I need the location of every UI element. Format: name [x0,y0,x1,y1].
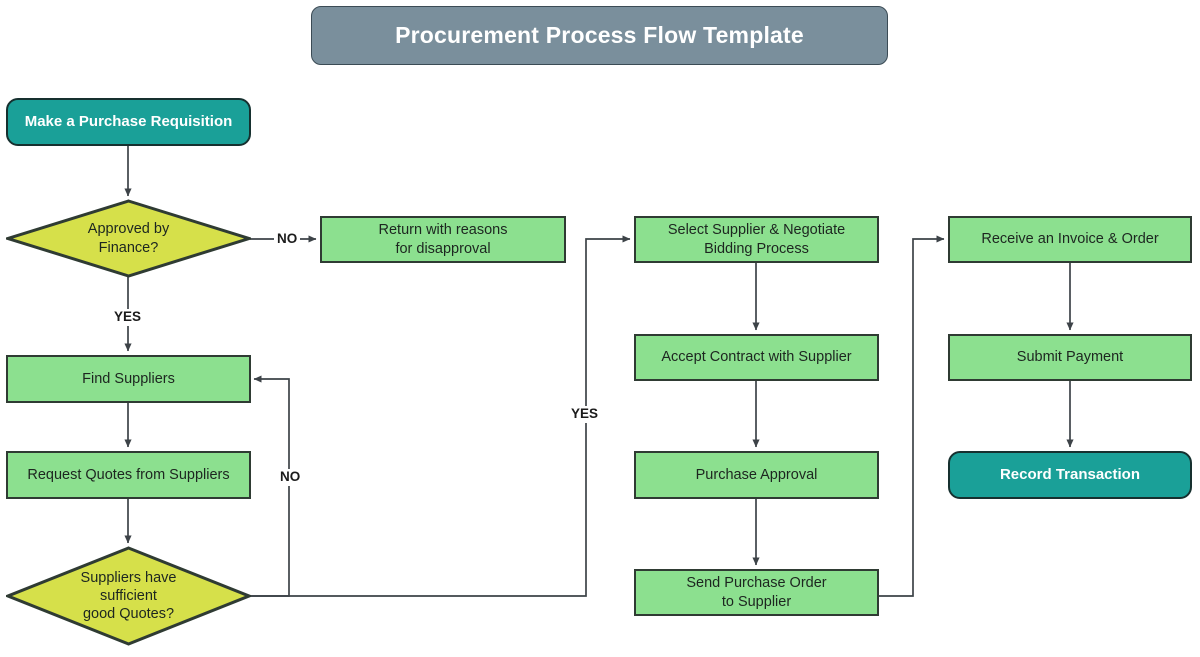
node-receive-invoice-and-order-label: Receive an Invoice & Order [981,231,1159,248]
node-accept-contract-with-supplier[interactable]: Accept Contract with Supplier [634,334,879,381]
flowchart-canvas: Procurement Process Flow Template Make a… [0,0,1200,657]
node-accept-contract-with-supplier-label: Accept Contract with Supplier [661,349,852,366]
node-request-quotes-from-suppliers-label: Request Quotes from Suppliers [27,466,230,483]
node-decision-approved-by-finance[interactable]: Approved by Finance? [6,199,251,278]
node-receive-invoice-and-order[interactable]: Receive an Invoice & Order [948,216,1192,263]
node-select-supplier-negotiate[interactable]: Select Supplier & Negotiate Bidding Proc… [634,216,879,263]
edge-quotes-no-loop-to-find-suppliers [250,375,290,597]
node-make-purchase-requisition-label: Make a Purchase Requisition [24,112,233,130]
node-decision-sufficient-good-quotes-label: Suppliers have sufficient good Quotes? [80,569,177,623]
node-send-purchase-order[interactable]: Send Purchase Order to Supplier [634,569,879,616]
node-record-transaction-label: Record Transaction [999,465,1141,483]
node-request-quotes-from-suppliers[interactable]: Request Quotes from Suppliers [6,451,251,499]
node-return-with-reasons[interactable]: Return with reasons for disapproval [320,216,566,263]
edge-label-finance-no: NO [274,231,301,248]
node-submit-payment[interactable]: Submit Payment [948,334,1192,381]
node-purchase-approval-label: Purchase Approval [695,466,818,483]
node-send-purchase-order-label: Send Purchase Order to Supplier [686,575,827,610]
node-record-transaction[interactable]: Record Transaction [948,451,1192,499]
node-decision-approved-by-finance-label: Approved by Finance? [87,221,170,256]
edge-label-quotes-no: NO [277,469,304,486]
node-return-with-reasons-label: Return with reasons for disapproval [378,222,508,257]
edge-label-finance-yes: YES [111,309,145,326]
node-find-suppliers[interactable]: Find Suppliers [6,355,251,403]
node-make-purchase-requisition[interactable]: Make a Purchase Requisition [6,98,251,146]
node-find-suppliers-label: Find Suppliers [82,370,175,387]
node-decision-sufficient-good-quotes[interactable]: Suppliers have sufficient good Quotes? [6,546,251,646]
edge-send-purchase-order-to-receive-invoice [879,235,945,597]
diagram-title-bar: Procurement Process Flow Template [311,6,888,65]
diagram-title-text: Procurement Process Flow Template [395,22,804,49]
node-submit-payment-label: Submit Payment [1016,349,1124,366]
node-purchase-approval[interactable]: Purchase Approval [634,451,879,499]
edge-label-quotes-yes: YES [568,406,602,423]
node-select-supplier-negotiate-label: Select Supplier & Negotiate Bidding Proc… [667,222,846,257]
